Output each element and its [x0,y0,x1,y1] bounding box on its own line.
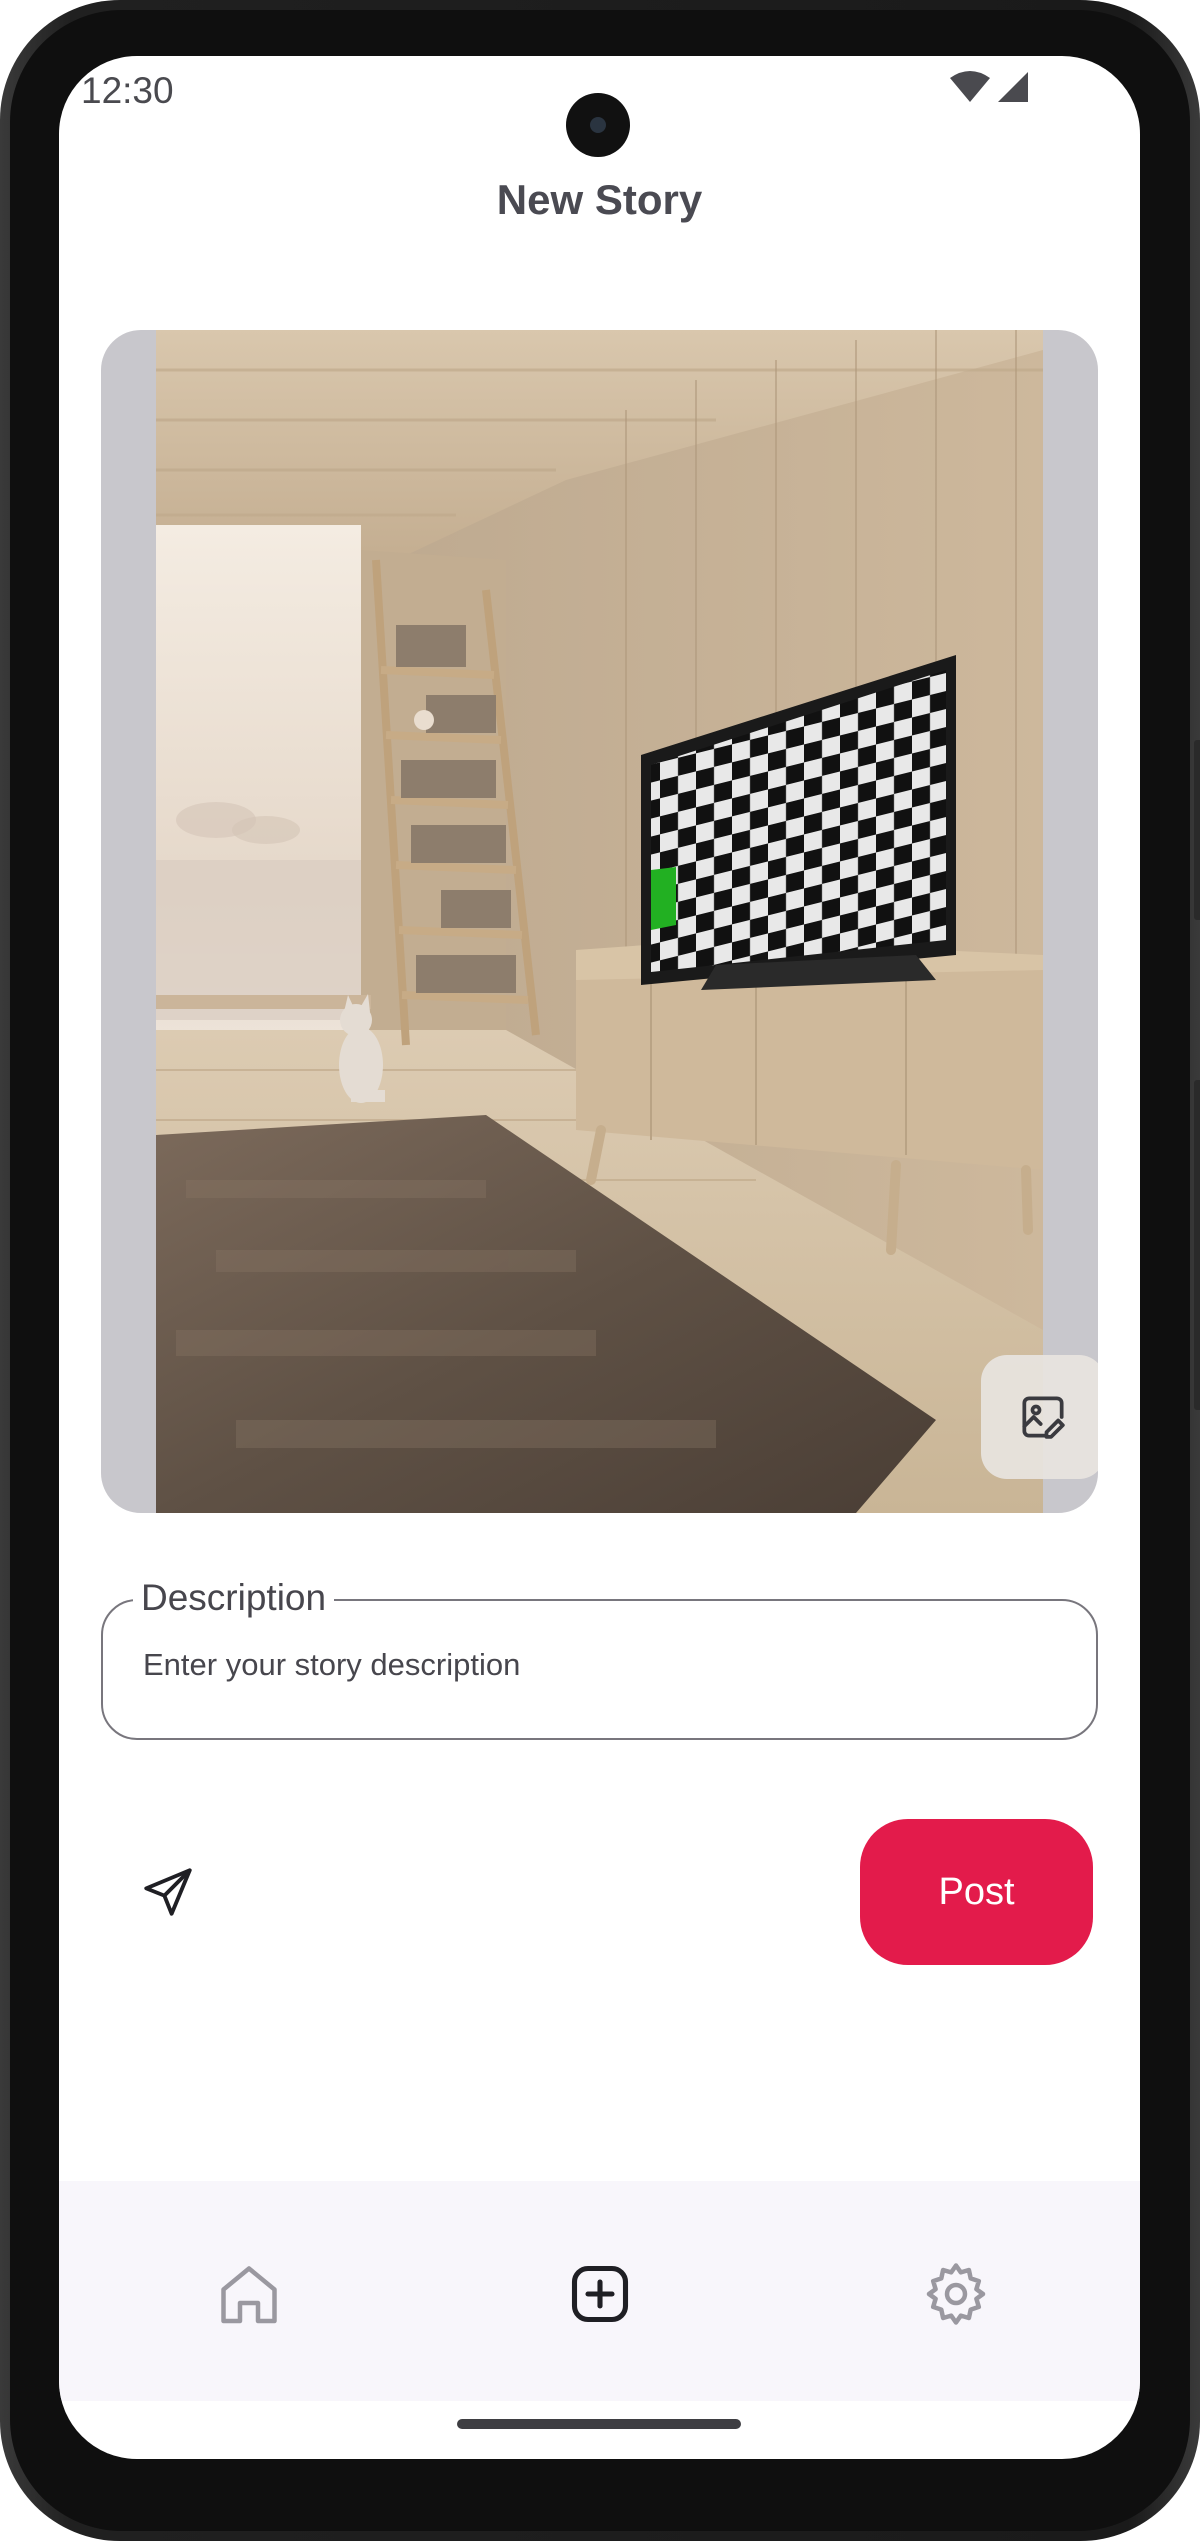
send-icon [144,1868,192,1916]
signal-icon [998,72,1028,102]
description-label: Description [133,1577,335,1619]
description-field[interactable]: Description [101,1577,1098,1740]
screen: 12:30 New Story Description Enter your s… [59,56,1140,2459]
front-camera [566,93,630,157]
home-icon [221,2266,277,2324]
nav-create[interactable] [560,2254,640,2334]
settings-icon [926,2263,986,2325]
post-button[interactable]: Post [860,1819,1093,1965]
volume-button [1194,740,1200,920]
image-edit-icon [1022,1396,1065,1439]
nav-home[interactable] [209,2254,289,2334]
page-title: New Story [496,176,703,223]
send-button[interactable] [137,1861,199,1923]
description-input[interactable] [143,1647,1043,1683]
wifi-icon [950,71,990,102]
bottom-navigation [59,2181,1140,2401]
status-icons [950,70,1030,104]
home-indicator[interactable] [457,2419,741,2429]
story-image [156,330,1043,1513]
power-button [1194,1080,1200,1410]
nav-settings[interactable] [916,2254,996,2334]
story-image-card[interactable] [101,330,1098,1513]
edit-image-button[interactable] [981,1355,1098,1479]
status-time: 12:30 [81,70,174,111]
phone-frame: 12:30 New Story Description Enter your s… [0,0,1200,2541]
add-box-icon [571,2265,629,2323]
